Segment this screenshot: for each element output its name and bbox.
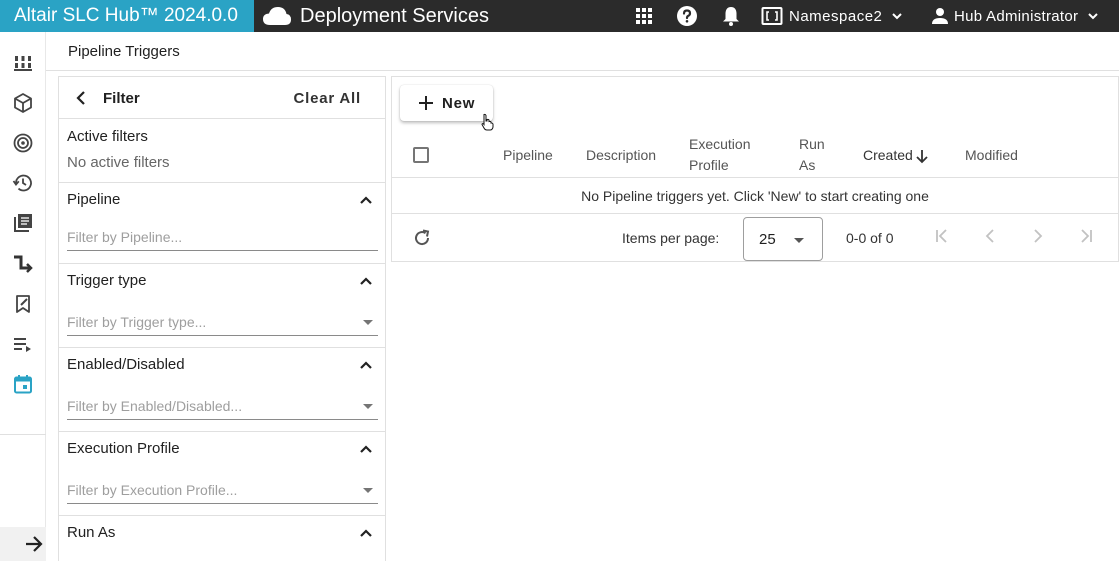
filter-section-trigger-type: Trigger type Filter by Trigger type... <box>59 264 385 348</box>
triggers-table-card: New Pipeline Description Execution Profi… <box>391 76 1119 262</box>
page-range-label: 0-0 of 0 <box>846 230 894 246</box>
namespace-icon <box>761 7 783 25</box>
field-placeholder: Filter by Execution Profile... <box>67 482 238 498</box>
filter-section-pipeline: Pipeline Filter by Pipeline... <box>59 183 385 264</box>
dropdown-arrow-icon <box>363 488 373 493</box>
arrow-right-icon <box>26 536 43 552</box>
dashboard-icon[interactable] <box>12 52 34 74</box>
previous-page-icon[interactable] <box>980 226 1000 246</box>
last-page-icon[interactable] <box>1076 226 1096 246</box>
filter-section-label: Enabled/Disabled <box>67 356 185 373</box>
filter-section-label: Run As <box>67 524 116 541</box>
filter-section-label: Execution Profile <box>67 440 180 457</box>
apps-grid-icon[interactable] <box>632 4 656 28</box>
user-menu[interactable]: Hub Administrator <box>930 0 1108 32</box>
column-modified[interactable]: Modified <box>965 145 1018 166</box>
filter-section-run-as: Run As <box>59 516 385 562</box>
column-label-line: As <box>799 157 816 173</box>
history-icon[interactable] <box>12 172 34 194</box>
refresh-icon[interactable] <box>412 228 432 248</box>
cloud-icon <box>263 7 291 25</box>
dropdown-arrow-icon <box>363 320 373 325</box>
arrow-down-icon <box>916 150 928 164</box>
filter-section-enabled-disabled: Enabled/Disabled Filter by Enabled/Disab… <box>59 348 385 432</box>
active-filters-heading: Active filters <box>67 128 148 145</box>
plus-icon <box>419 96 433 110</box>
clear-all-button[interactable]: Clear All <box>293 90 361 107</box>
active-filters-value: No active filters <box>67 154 170 171</box>
queue-play-icon[interactable] <box>12 333 34 355</box>
dropdown-arrow-icon <box>363 404 373 409</box>
chevron-down-icon <box>892 13 903 20</box>
column-label-line: Run <box>799 136 825 152</box>
help-icon[interactable] <box>675 4 699 28</box>
chevron-up-icon[interactable] <box>359 444 373 454</box>
side-nav-rail <box>0 32 46 561</box>
trigger-type-filter-select[interactable]: Filter by Trigger type... <box>67 310 378 336</box>
person-icon <box>932 8 948 24</box>
title-divider <box>46 70 1119 71</box>
chevron-up-icon[interactable] <box>359 528 373 538</box>
service-name: Deployment Services <box>300 4 489 27</box>
first-page-icon[interactable] <box>932 226 952 246</box>
calendar-icon[interactable] <box>12 373 34 395</box>
new-button-label: New <box>442 94 476 112</box>
dropdown-arrow-icon <box>794 238 804 243</box>
library-icon[interactable] <box>12 212 34 234</box>
column-run-as[interactable]: Run As <box>799 134 825 176</box>
column-label-line: Execution <box>689 136 751 152</box>
filter-header: Filter Clear All <box>59 77 385 119</box>
bookmark-edit-icon[interactable] <box>12 293 34 315</box>
filter-section-label: Trigger type <box>67 272 147 289</box>
select-all-checkbox[interactable] <box>413 147 429 163</box>
items-per-page-select[interactable]: 25 <box>743 217 823 261</box>
column-created[interactable]: Created <box>863 145 929 166</box>
brand-title[interactable]: Altair SLC Hub™ 2024.0.0 <box>0 0 254 32</box>
namespace-selector[interactable]: Namespace2 <box>761 0 914 32</box>
rail-divider <box>0 434 46 435</box>
items-per-page-label: Items per page: <box>622 230 720 246</box>
execution-profile-filter-select[interactable]: Filter by Execution Profile... <box>67 478 378 504</box>
table-header-row: Pipeline Description Execution Profile R… <box>392 133 1118 178</box>
user-name: Hub Administrator <box>954 7 1079 25</box>
page-title: Pipeline Triggers <box>68 43 180 60</box>
pipeline-icon[interactable] <box>12 252 34 274</box>
namespace-label: Namespace2 <box>789 7 883 25</box>
empty-state-message: No Pipeline triggers yet. Click 'New' to… <box>392 178 1118 214</box>
field-placeholder: Filter by Enabled/Disabled... <box>67 398 243 414</box>
hand-cursor-icon <box>481 113 494 131</box>
column-description[interactable]: Description <box>586 145 656 166</box>
top-bar: Altair SLC Hub™ 2024.0.0 Deployment Serv… <box>0 0 1119 32</box>
service-title[interactable]: Deployment Services <box>262 0 489 32</box>
field-placeholder: Filter by Pipeline... <box>67 229 183 245</box>
field-placeholder: Filter by Trigger type... <box>67 314 207 330</box>
chevron-up-icon[interactable] <box>359 195 373 205</box>
chevron-left-icon[interactable] <box>73 89 89 107</box>
paginator: Items per page: 25 0-0 of 0 <box>392 214 1118 262</box>
target-icon[interactable] <box>12 132 34 154</box>
filter-panel: Filter Clear All Active filters No activ… <box>58 76 386 561</box>
column-label-line: Profile <box>689 157 729 173</box>
expand-nav-button[interactable] <box>0 527 46 561</box>
active-filters: Active filters No active filters <box>59 119 385 183</box>
column-pipeline[interactable]: Pipeline <box>503 145 553 166</box>
column-execution-profile[interactable]: Execution Profile <box>689 134 750 176</box>
filter-section-label: Pipeline <box>67 191 121 208</box>
next-page-icon[interactable] <box>1028 226 1048 246</box>
column-label: Created <box>863 147 913 163</box>
chevron-down-icon <box>1088 13 1099 20</box>
package-icon[interactable] <box>12 92 34 114</box>
items-per-page-value: 25 <box>759 231 776 248</box>
filter-title: Filter <box>103 90 140 107</box>
bell-icon[interactable] <box>719 4 743 28</box>
enabled-disabled-filter-select[interactable]: Filter by Enabled/Disabled... <box>67 394 378 420</box>
chevron-up-icon[interactable] <box>359 276 373 286</box>
chevron-up-icon[interactable] <box>359 360 373 370</box>
filter-section-execution-profile: Execution Profile Filter by Execution Pr… <box>59 432 385 516</box>
pipeline-filter-input[interactable]: Filter by Pipeline... <box>67 225 378 251</box>
